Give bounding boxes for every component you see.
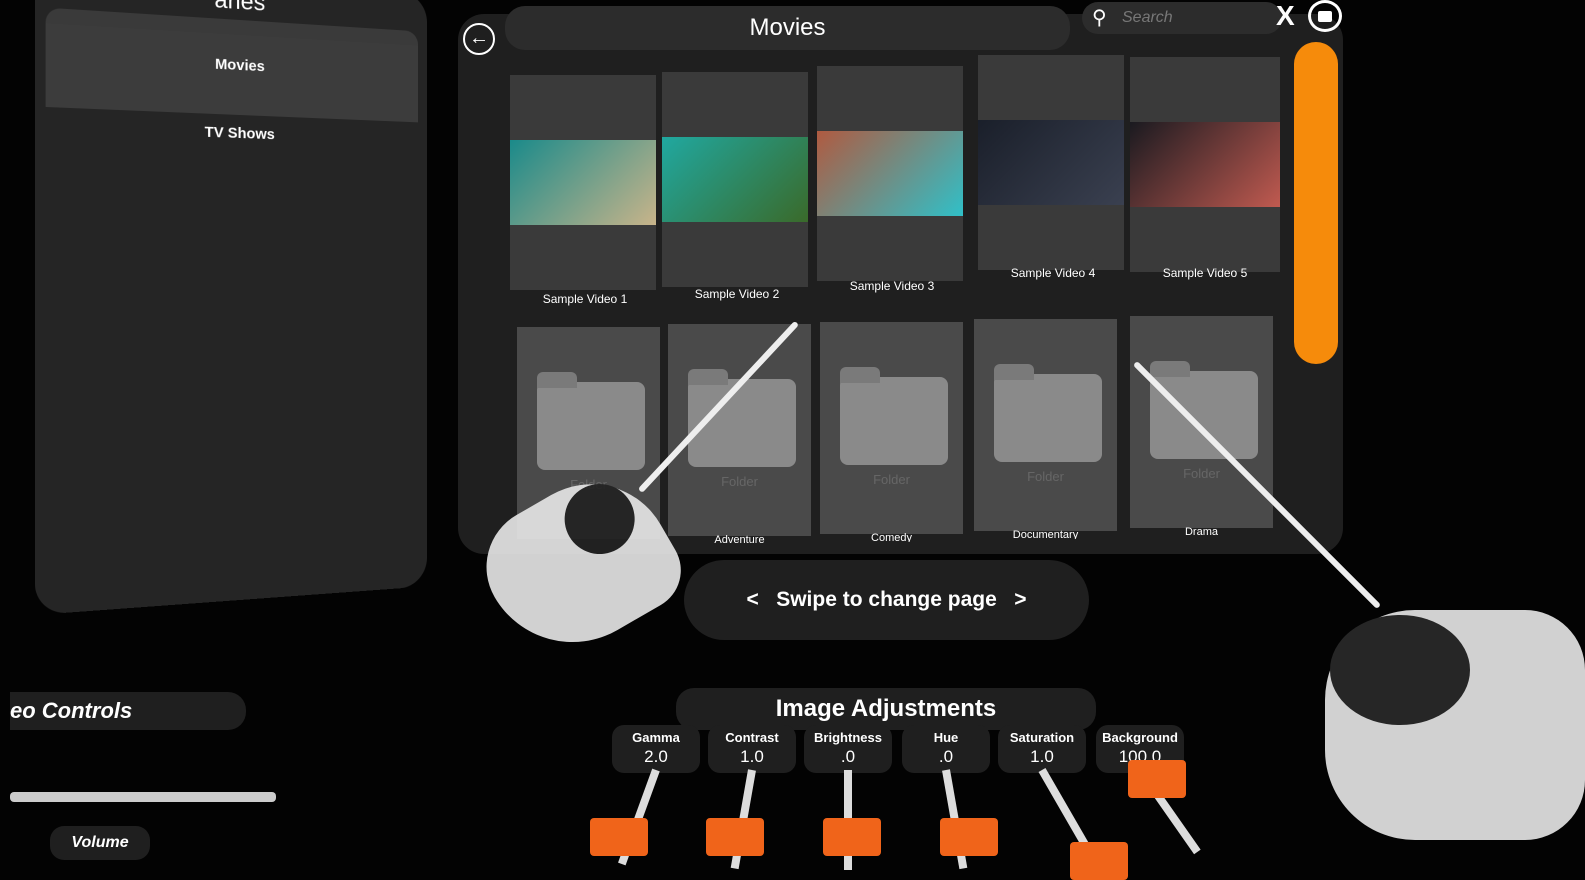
arrow-left-circle-icon: ← <box>469 27 489 49</box>
close-button[interactable]: X <box>1276 0 1295 32</box>
slider-knob[interactable] <box>1128 760 1186 798</box>
video-thumbnail <box>510 140 656 225</box>
video-card[interactable] <box>1130 57 1280 272</box>
slider-knob[interactable] <box>706 818 764 856</box>
folder-card[interactable]: Folder Adventure <box>668 324 811 544</box>
video-card[interactable] <box>510 75 656 290</box>
folder-icon <box>840 367 948 465</box>
slider-knob[interactable] <box>1070 842 1128 880</box>
video-card[interactable] <box>662 72 808 287</box>
folder-icon <box>994 364 1102 462</box>
back-button[interactable]: ← <box>463 23 495 55</box>
image-adjustments-title: Image Adjustments <box>676 688 1096 730</box>
folder-text: Folder <box>1027 469 1064 484</box>
swipe-page-button[interactable]: < Swipe to change page > <box>684 560 1089 640</box>
slider-value: 1.0 <box>740 747 764 766</box>
video-title: Sample Video 4 <box>1010 266 1096 280</box>
slider-label: Gamma <box>632 730 680 745</box>
slider-value: .0 <box>840 747 856 766</box>
search-placeholder: Search <box>1122 9 1173 26</box>
folder-title: Adventure <box>714 534 765 544</box>
slider-knob[interactable] <box>590 818 648 856</box>
volume-label[interactable]: Volume <box>50 826 150 860</box>
scrollbar[interactable] <box>1294 42 1338 364</box>
prev-page-icon[interactable]: < <box>746 588 758 611</box>
slider-brightness: Brightness .0 <box>804 725 892 773</box>
video-title: Sample Video 3 <box>849 279 935 293</box>
slider-knob[interactable] <box>940 818 998 856</box>
slider-value: 1.0 <box>1030 747 1054 766</box>
slider-label: Background <box>1102 730 1178 745</box>
sidebar-item-label: Movies <box>214 55 265 76</box>
video-controls-title: eo Controls <box>10 692 246 730</box>
video-thumbnail <box>978 120 1124 205</box>
folder-card[interactable]: Folder Comedy <box>820 322 963 542</box>
next-page-icon[interactable]: > <box>1014 588 1026 611</box>
slider-label: Hue <box>933 730 959 745</box>
slider-label: Contrast <box>725 730 779 745</box>
folder-text: Folder <box>873 472 910 487</box>
slider-value: 2.0 <box>644 747 668 766</box>
search-input[interactable]: ⚲ Search <box>1082 2 1282 34</box>
video-title: Sample Video 5 <box>1162 266 1248 280</box>
folder-icon <box>1150 361 1258 459</box>
search-icon: ⚲ <box>1092 7 1107 29</box>
progress-slider[interactable] <box>10 792 276 802</box>
video-card[interactable] <box>817 66 963 281</box>
library-panel: aries Movies TV Shows <box>34 0 427 616</box>
video-thumbnail <box>1130 122 1280 207</box>
video-title: Sample Video 2 <box>694 287 780 301</box>
slider-hue: Hue .0 <box>902 725 990 773</box>
folder-title: Documentary <box>1012 529 1079 539</box>
slider-contrast: Contrast 1.0 <box>708 725 796 773</box>
right-controller <box>1325 610 1585 840</box>
sidebar-item-label: TV Shows <box>204 123 275 144</box>
slider-label: Brightness <box>814 730 882 745</box>
swipe-label: Swipe to change page <box>776 588 997 611</box>
slider-knob[interactable] <box>823 818 881 856</box>
page-title: Movies <box>505 6 1070 50</box>
slider-saturation: Saturation 1.0 <box>998 725 1086 773</box>
folder-card[interactable]: Folder Documentary <box>974 319 1117 539</box>
slider-value: .0 <box>938 747 954 766</box>
folder-button[interactable] <box>1308 0 1342 32</box>
folder-text: Folder <box>721 474 758 489</box>
folder-card[interactable]: Folder Drama <box>1130 316 1273 536</box>
folder-icon <box>1318 11 1332 22</box>
folder-icon <box>537 372 645 470</box>
video-thumbnail <box>662 137 808 222</box>
folder-title: Comedy <box>871 532 912 542</box>
slider-gamma: Gamma 2.0 <box>612 725 700 773</box>
slider-label: Saturation <box>1009 730 1075 745</box>
video-thumbnail <box>817 131 963 216</box>
folder-title: Drama <box>1184 526 1218 536</box>
video-title: Sample Video 1 <box>542 292 628 306</box>
video-card[interactable] <box>978 55 1124 270</box>
